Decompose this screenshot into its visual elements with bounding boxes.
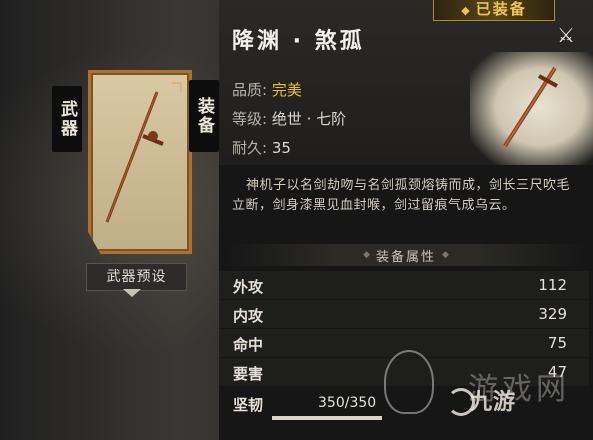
quality-label: 品质: (232, 81, 268, 99)
durability-label: 耐久: (232, 139, 268, 157)
diamond-icon: ◆ (461, 4, 472, 17)
attribute-label: 命中 (233, 336, 264, 354)
tab-equip[interactable]: 装备 (189, 80, 219, 152)
attributes-title: 装备属性 (375, 249, 436, 265)
item-description: 神机子以名剑劫吻与名剑孤颈熔铸而成，剑长三尺吹毛立断，剑身漆黑见血封喉，剑过留痕… (232, 178, 571, 213)
equipped-label: 已装备 (475, 0, 527, 18)
diamond-icon: ◆ (442, 250, 449, 260)
attribute-row: 内攻 329 (219, 300, 589, 328)
slot-corner-marker (172, 82, 182, 92)
item-title: 降渊 · 煞孤 (232, 29, 365, 54)
attribute-value: 75 (547, 334, 567, 352)
sword-icon (503, 66, 558, 148)
weapon-preset-button[interactable]: 武器预设 (86, 263, 187, 291)
quality-value: 完美 (271, 81, 302, 99)
attribute-row: 外攻 112 (219, 271, 589, 299)
tab-weapon[interactable]: 武器 (52, 86, 82, 152)
sword-edit-icon[interactable]: ⚔ (553, 22, 579, 48)
durability-row: 耐久: 35 (232, 137, 291, 158)
watermark-mascot (384, 350, 434, 414)
attribute-label: 要害 (233, 365, 264, 383)
chevron-down-icon[interactable] (123, 289, 141, 297)
grade-value: 绝世 · 七阶 (271, 110, 347, 128)
equipped-badge: ◆ 已装备 (433, 0, 555, 21)
attribute-label: 内攻 (233, 307, 264, 325)
attribute-label: 外攻 (233, 278, 264, 296)
watermark-text: 九游 (470, 390, 517, 415)
diamond-icon: ◆ (363, 250, 370, 260)
attribute-value: 329 (538, 305, 567, 323)
quality-row: 品质: 完美 (232, 79, 302, 100)
attribute-value: 112 (538, 276, 567, 294)
grade-row: 等级: 绝世 · 七阶 (232, 108, 346, 129)
toughness-value: 350/350 (318, 395, 377, 411)
durability-value: 35 (271, 139, 291, 157)
toughness-label: 坚韧 (233, 396, 264, 414)
grade-label: 等级: (232, 110, 268, 128)
toughness-bar-fill (272, 416, 382, 420)
attributes-header: ◆ 装备属性 ◆ (225, 244, 587, 266)
toughness-bar (272, 416, 382, 420)
sword-icon (105, 91, 164, 223)
